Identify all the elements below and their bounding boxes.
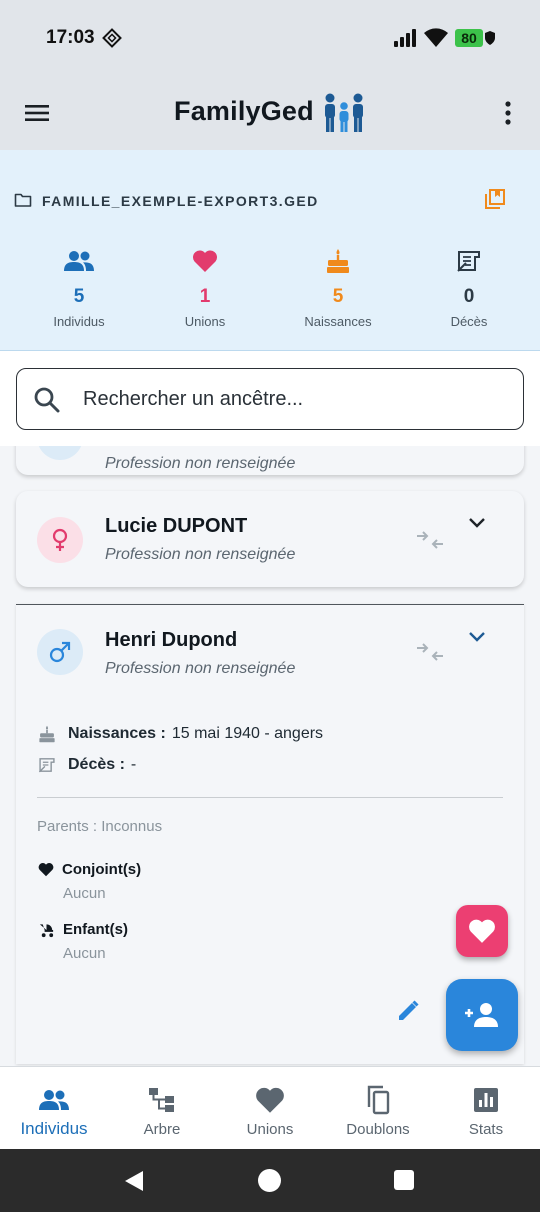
stat-deces: 0 Décès <box>409 246 529 329</box>
family-logo-icon <box>325 93 363 132</box>
shield-icon <box>485 31 495 45</box>
avatar <box>37 517 83 563</box>
wifi-icon <box>424 28 448 47</box>
nav-individus[interactable]: Individus <box>0 1067 108 1150</box>
heart-icon <box>469 919 495 943</box>
divider <box>37 797 503 798</box>
chevron-down-icon[interactable] <box>468 517 486 529</box>
library-books-icon[interactable] <box>484 188 506 210</box>
person-card[interactable]: Profession non renseignée <box>16 446 524 475</box>
person-profession: Profession non renseignée <box>105 660 296 677</box>
cake-icon <box>278 246 398 276</box>
back-icon[interactable] <box>123 1169 145 1193</box>
app-bar: FamilyGed <box>0 76 540 150</box>
birth-row: Naissances : 15 mai 1940 - angers <box>38 725 323 743</box>
death-value: - <box>130 756 137 773</box>
edit-icon[interactable] <box>396 999 420 1023</box>
status-bar: 17:03 80 <box>0 0 540 76</box>
grave-icon <box>409 246 529 276</box>
stat-label: Individus <box>53 314 105 329</box>
stat-label: Décès <box>450 314 488 329</box>
avatar <box>37 629 83 675</box>
system-navigation-bar <box>0 1149 540 1212</box>
male-icon <box>49 641 71 663</box>
status-time: 17:03 <box>46 27 95 48</box>
heart-icon <box>145 246 265 276</box>
children-title: Enfant(s) <box>38 921 128 938</box>
add-union-button[interactable] <box>456 905 508 957</box>
home-icon[interactable] <box>258 1169 281 1192</box>
spouses-value: Aucun <box>63 885 106 902</box>
nav-arbre[interactable]: Arbre <box>108 1067 216 1150</box>
search-icon <box>34 387 60 413</box>
person-profession: Profession non renseignée <box>105 455 296 472</box>
nav-label: Individus <box>20 1119 88 1138</box>
merge-icon[interactable] <box>416 529 444 551</box>
folder-icon <box>14 193 32 207</box>
parents-text: Parents : Inconnus <box>37 818 163 835</box>
file-name: FAMILLE_EXEMPLE-EXPORT3.GED <box>42 193 319 209</box>
children-value: Aucun <box>63 945 106 962</box>
file-summary-panel: FAMILLE_EXEMPLE-EXPORT3.GED 5 Individus … <box>0 150 540 351</box>
battery-indicator: 80 <box>455 29 483 47</box>
birth-value: 15 mai 1940 - angers <box>171 725 324 742</box>
more-vert-icon[interactable] <box>498 98 518 128</box>
people-icon <box>0 1083 108 1117</box>
signal-icon <box>394 29 416 47</box>
grave-icon <box>38 758 55 773</box>
nav-stats[interactable]: Stats <box>432 1067 540 1150</box>
nav-unions[interactable]: Unions <box>216 1067 324 1150</box>
add-person-button[interactable] <box>446 979 518 1051</box>
female-icon <box>52 528 68 551</box>
bottom-navigation: Individus Arbre Unions Doublons Stats <box>0 1066 540 1149</box>
cake-icon <box>39 725 55 743</box>
person-list[interactable]: Profession non renseignée Lucie DUPONT P… <box>0 446 540 1066</box>
children-label: Enfant(s) <box>63 921 128 938</box>
menu-icon[interactable] <box>22 98 52 128</box>
copy-icon <box>324 1083 432 1117</box>
death-label: Décès : <box>68 756 125 773</box>
nav-label: Arbre <box>143 1121 181 1138</box>
merge-icon[interactable] <box>416 641 444 663</box>
stat-value: 5 <box>332 286 344 307</box>
stroller-icon <box>39 923 54 937</box>
nav-doublons[interactable]: Doublons <box>324 1067 432 1150</box>
heart-icon <box>216 1083 324 1117</box>
person-add-icon <box>465 1003 498 1027</box>
search-input[interactable] <box>83 383 503 415</box>
chart-icon <box>432 1083 540 1117</box>
person-card[interactable]: Lucie DUPONT Profession non renseignée <box>16 491 524 587</box>
stat-value: 5 <box>73 286 85 307</box>
people-icon <box>19 246 139 276</box>
nav-label: Doublons <box>346 1121 410 1138</box>
stat-value: 0 <box>463 286 475 307</box>
stat-label: Naissances <box>304 314 372 329</box>
person-profession: Profession non renseignée <box>105 546 296 563</box>
app-title: FamilyGed <box>174 96 314 126</box>
birth-label: Naissances : <box>68 725 166 742</box>
stat-unions: 1 Unions <box>145 246 265 329</box>
recents-icon[interactable] <box>394 1170 414 1190</box>
stat-label: Unions <box>184 314 226 329</box>
nav-label: Unions <box>246 1121 294 1138</box>
avatar <box>37 446 83 460</box>
stat-value: 1 <box>199 286 211 307</box>
person-name: Lucie DUPONT <box>105 515 248 537</box>
heart-icon <box>38 863 54 877</box>
stat-individus: 5 Individus <box>19 246 139 329</box>
sim-icon <box>102 28 122 48</box>
search-box <box>16 368 524 430</box>
nav-label: Stats <box>468 1121 504 1138</box>
tree-icon <box>108 1083 216 1117</box>
person-name: Henri Dupond <box>105 629 238 651</box>
stat-naissances: 5 Naissances <box>278 246 398 329</box>
death-row: Décès : - <box>38 756 136 774</box>
spouses-label: Conjoint(s) <box>62 861 142 878</box>
spouses-title: Conjoint(s) <box>38 861 141 878</box>
chevron-up-icon[interactable] <box>468 631 486 643</box>
